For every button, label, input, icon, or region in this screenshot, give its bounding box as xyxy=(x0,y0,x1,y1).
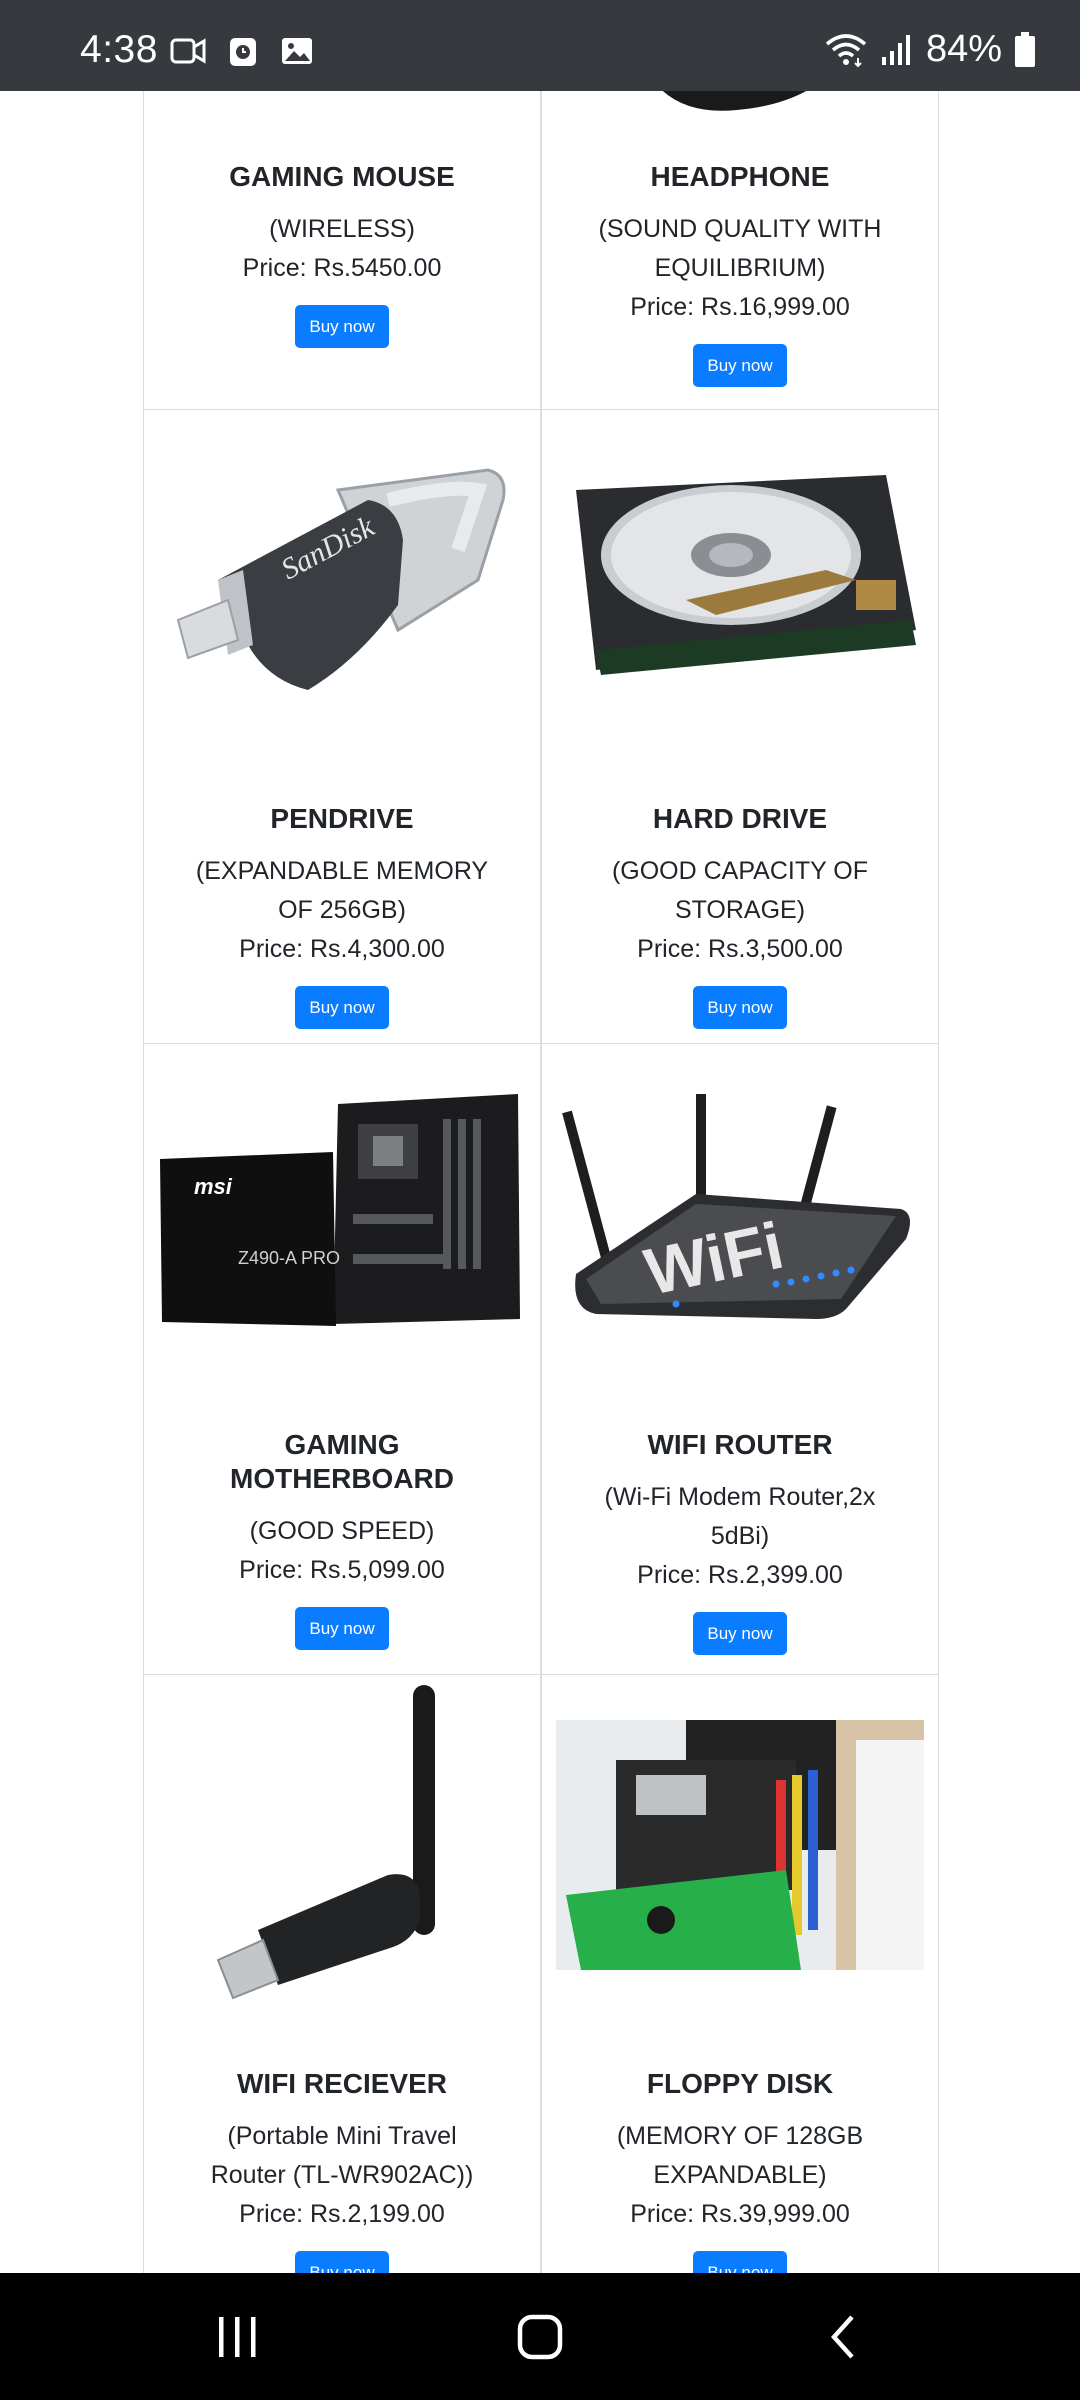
motherboard-image: msi Z490-A PRO xyxy=(160,1094,520,1326)
product-price: Price: Rs.5450.00 xyxy=(242,254,442,282)
headphone-image xyxy=(662,91,807,111)
product-list-page[interactable]: GAMING MOUSE (WIRELESS) Price: Rs.5450.0… xyxy=(0,91,1080,2273)
buy-now-button[interactable]: Buy now xyxy=(295,986,389,1029)
buy-now-button[interactable]: Buy now xyxy=(295,1607,389,1650)
product-name: HARD DRIVE xyxy=(652,803,828,834)
product-price: Price: Rs.2,399.00 xyxy=(637,1561,843,1589)
router-image: WiFi xyxy=(562,1094,910,1319)
product-name: WIFI ROUTER xyxy=(647,1429,833,1460)
home-icon[interactable] xyxy=(516,2313,564,2361)
video-call-icon xyxy=(170,38,206,64)
product-name: HEADPHONE xyxy=(650,161,830,192)
product-name: GAMING MOUSE xyxy=(229,161,455,192)
buy-now-button[interactable]: Buy now xyxy=(693,986,787,1029)
buy-now-button[interactable]: Buy now xyxy=(693,344,787,387)
product-card: SanDisk PENDRIVE (EXPANDABLE MEMORY OF 2… xyxy=(143,409,541,1044)
model-label-text: Z490-A PRO xyxy=(238,1248,340,1268)
product-card: msi Z490-A PRO GAMING MOTHERBOARD (GOOD … xyxy=(143,1043,541,1675)
product-price: Price: Rs.39,999.00 xyxy=(630,2200,850,2228)
buy-now-button[interactable]: Buy now xyxy=(693,2251,787,2273)
product-card: HARD DRIVE (GOOD CAPACITY OF STORAGE) Pr… xyxy=(541,409,939,1044)
product-card: FLOPPY DISK (MEMORY OF 128GB EXPANDABLE)… xyxy=(541,1674,939,2273)
battery-icon xyxy=(1015,31,1035,67)
clock: 4:38 xyxy=(80,28,158,71)
product-card: WiFi WIFI ROUTER (Wi-Fi Modem Router,2x … xyxy=(541,1043,939,1675)
buy-now-button[interactable]: Buy now xyxy=(693,1612,787,1655)
product-name: PENDRIVE xyxy=(270,803,414,834)
status-bar: 4:38 84% xyxy=(0,0,1080,91)
product-price: Price: Rs.16,999.00 xyxy=(630,293,850,321)
product-description: (MEMORY OF 128GB EXPANDABLE) xyxy=(616,2122,864,2189)
product-description: (Portable Mini Travel Router (TL-WR902AC… xyxy=(210,2122,474,2189)
product-description: (GOOD CAPACITY OF STORAGE) xyxy=(611,857,869,924)
product-description: (EXPANDABLE MEMORY OF 256GB) xyxy=(195,857,489,924)
system-navigation-bar xyxy=(0,2273,1080,2400)
floppy-disk-image xyxy=(556,1720,924,1970)
buy-now-button[interactable]: Buy now xyxy=(295,2251,389,2273)
product-price: Price: Rs.5,099.00 xyxy=(239,1556,445,1584)
signal-icon xyxy=(881,34,910,65)
battery-percentage: 84% xyxy=(925,28,1002,70)
product-description: (Wi-Fi Modem Router,2x 5dBi) xyxy=(604,1483,876,1550)
brand-logo-text: msi xyxy=(194,1174,233,1199)
product-description: (SOUND QUALITY WITH EQUILIBRIUM) xyxy=(598,215,882,282)
product-name: WIFI RECIEVER xyxy=(236,2068,447,2099)
product-name: GAMING MOTHERBOARD xyxy=(230,1429,454,1494)
product-card: WIFI RECIEVER (Portable Mini Travel Rout… xyxy=(143,1674,541,2273)
product-description: (WIRELESS) xyxy=(269,215,415,243)
clock-app-icon xyxy=(230,38,256,66)
hard-drive-image xyxy=(576,475,916,675)
back-icon[interactable] xyxy=(826,2313,860,2361)
pendrive-image: SanDisk xyxy=(176,468,506,690)
product-name: FLOPPY DISK xyxy=(646,2068,834,2099)
product-price: Price: Rs.2,199.00 xyxy=(239,2200,445,2228)
recent-apps-icon[interactable] xyxy=(215,2313,261,2361)
wifi-receiver-image xyxy=(216,1685,435,2000)
buy-now-button[interactable]: Buy now xyxy=(295,305,389,348)
product-description: (GOOD SPEED) xyxy=(249,1517,435,1545)
product-price: Price: Rs.3,500.00 xyxy=(637,935,843,963)
gallery-icon xyxy=(282,38,312,64)
product-price: Price: Rs.4,300.00 xyxy=(239,935,445,963)
wifi-icon xyxy=(825,33,867,67)
